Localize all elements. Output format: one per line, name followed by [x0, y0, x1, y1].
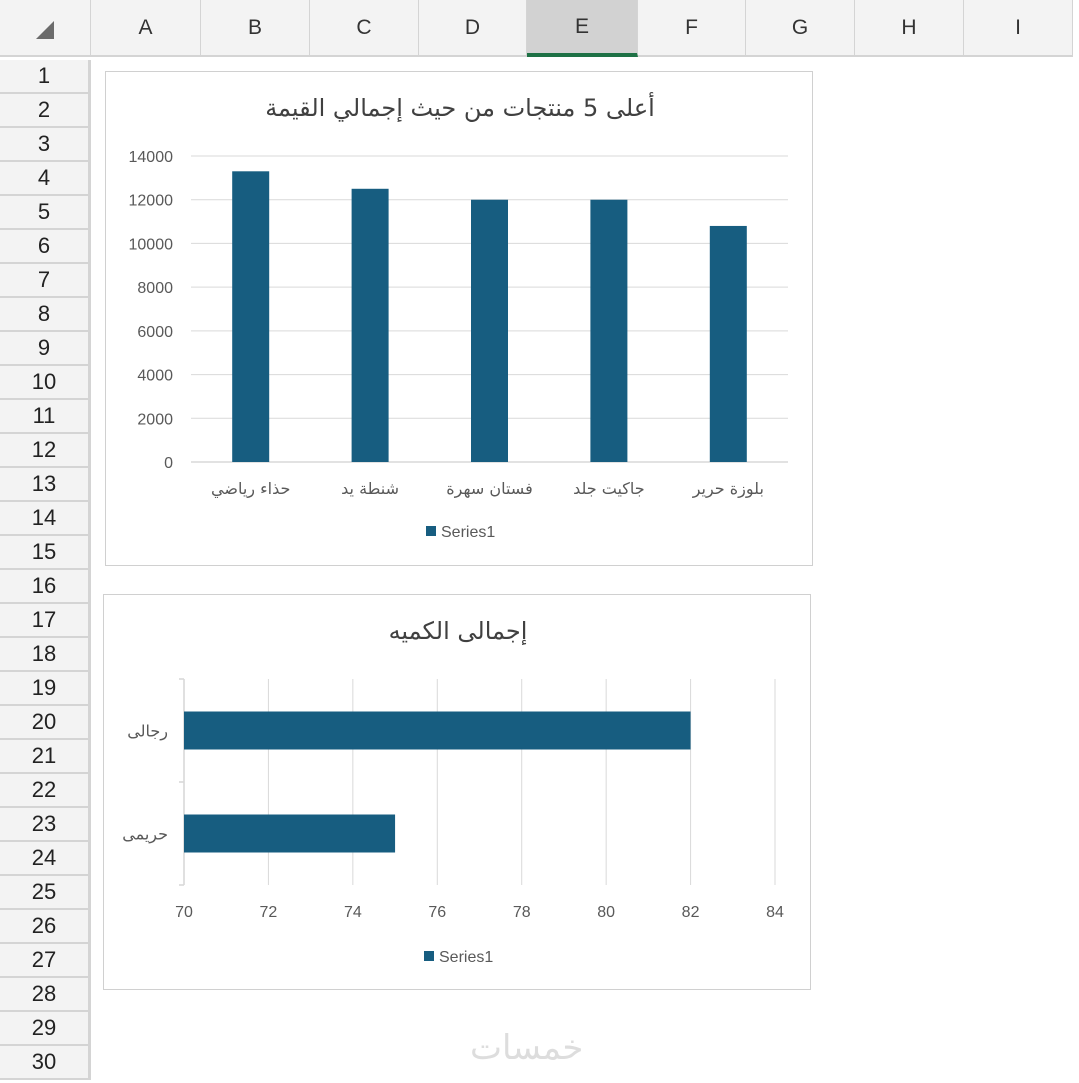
column-header-e[interactable]: E — [527, 0, 638, 57]
column-header-a[interactable]: A — [91, 0, 201, 57]
y-category-label: رجالى — [127, 722, 168, 742]
row-header-10[interactable]: 10 — [0, 366, 91, 400]
row-header-2[interactable]: 2 — [0, 94, 91, 128]
bar — [351, 188, 389, 462]
y-tick-label: 8000 — [137, 280, 173, 297]
row-header-7[interactable]: 7 — [0, 264, 91, 298]
row-header-22[interactable]: 22 — [0, 774, 91, 808]
legend-label: Series1 — [441, 524, 495, 541]
y-tick-label: 6000 — [137, 324, 173, 341]
x-category-label: جاكيت جلد — [573, 479, 645, 498]
x-tick-label: 72 — [260, 904, 278, 921]
bar — [184, 711, 691, 750]
row-header-27[interactable]: 27 — [0, 944, 91, 978]
x-tick-label: 80 — [597, 904, 615, 921]
row-header-5[interactable]: 5 — [0, 196, 91, 230]
row-header-30[interactable]: 30 — [0, 1046, 91, 1080]
row-header-15[interactable]: 15 — [0, 536, 91, 570]
row-header-26[interactable]: 26 — [0, 910, 91, 944]
y-category-label: حريمى — [122, 825, 168, 845]
column-header-h[interactable]: H — [855, 0, 964, 57]
row-header-3[interactable]: 3 — [0, 128, 91, 162]
row-header-14[interactable]: 14 — [0, 502, 91, 536]
row-header-29[interactable]: 29 — [0, 1012, 91, 1046]
row-header-4[interactable]: 4 — [0, 162, 91, 196]
y-tick-label: 4000 — [137, 368, 173, 385]
x-tick-label: 76 — [428, 904, 446, 921]
chart-title: أعلى 5 منتجات من حيث إجمالي القيمة — [265, 92, 655, 123]
bar — [709, 225, 747, 462]
watermark-logo: خمسات — [470, 1028, 584, 1068]
row-header-18[interactable]: 18 — [0, 638, 91, 672]
select-all-triangle-icon — [36, 21, 54, 39]
x-category-label: حذاء رياضي — [211, 479, 290, 499]
column-header-d[interactable]: D — [419, 0, 527, 57]
legend-swatch — [426, 526, 436, 536]
x-tick-label: 82 — [682, 904, 700, 921]
chart-title: إجمالى الكميه — [389, 617, 528, 646]
row-header-21[interactable]: 21 — [0, 740, 91, 774]
bar — [184, 814, 396, 853]
x-category-label: بلوزة حرير — [692, 479, 764, 499]
legend-label: Series1 — [439, 949, 493, 966]
row-header-16[interactable]: 16 — [0, 570, 91, 604]
row-header-13[interactable]: 13 — [0, 468, 91, 502]
row-header-6[interactable]: 6 — [0, 230, 91, 264]
x-tick-label: 84 — [766, 904, 784, 921]
row-header-19[interactable]: 19 — [0, 672, 91, 706]
top-products-value-chart[interactable]: أعلى 5 منتجات من حيث إجمالي القيمة 14000 1… — [105, 71, 813, 566]
bar — [590, 199, 628, 462]
select-all-corner[interactable] — [0, 0, 91, 57]
row-header-12[interactable]: 12 — [0, 434, 91, 468]
total-quantity-chart[interactable]: إجمالى الكميه 70 72 74 76 78 80 82 84 رجالى حريمى S… — [103, 594, 811, 990]
row-header-1[interactable]: 1 — [0, 60, 91, 94]
total-quantity-chart-svg: إجمالى الكميه 70 72 74 76 78 80 82 84 رجالى حريمى S… — [122, 617, 784, 966]
column-header-i[interactable]: I — [964, 0, 1073, 57]
x-tick-label: 70 — [175, 904, 193, 921]
bar — [471, 199, 508, 462]
bar — [232, 171, 270, 463]
x-category-label: فستان سهرة — [446, 479, 532, 499]
row-header-8[interactable]: 8 — [0, 298, 91, 332]
row-header-11[interactable]: 11 — [0, 400, 91, 434]
x-category-label: شنطة يد — [341, 479, 399, 498]
y-tick-label: 0 — [164, 455, 173, 472]
column-header-c[interactable]: C — [310, 0, 419, 57]
x-tick-label: 74 — [344, 904, 362, 921]
legend-swatch — [424, 951, 434, 961]
row-header-23[interactable]: 23 — [0, 808, 91, 842]
row-header-17[interactable]: 17 — [0, 604, 91, 638]
row-header-25[interactable]: 25 — [0, 876, 91, 910]
y-tick-label: 10000 — [129, 236, 174, 253]
column-header-g[interactable]: G — [746, 0, 855, 57]
row-header-24[interactable]: 24 — [0, 842, 91, 876]
y-tick-label: 14000 — [129, 149, 174, 166]
row-header-28[interactable]: 28 — [0, 978, 91, 1012]
y-tick-label: 2000 — [137, 411, 173, 428]
row-header-20[interactable]: 20 — [0, 706, 91, 740]
column-header-b[interactable]: B — [201, 0, 310, 57]
top-products-value-chart-svg: أعلى 5 منتجات من حيث إجمالي القيمة 14000 1… — [129, 92, 788, 541]
y-tick-label: 12000 — [129, 193, 174, 210]
row-header-9[interactable]: 9 — [0, 332, 91, 366]
column-header-f[interactable]: F — [638, 0, 746, 57]
x-tick-label: 78 — [513, 904, 531, 921]
